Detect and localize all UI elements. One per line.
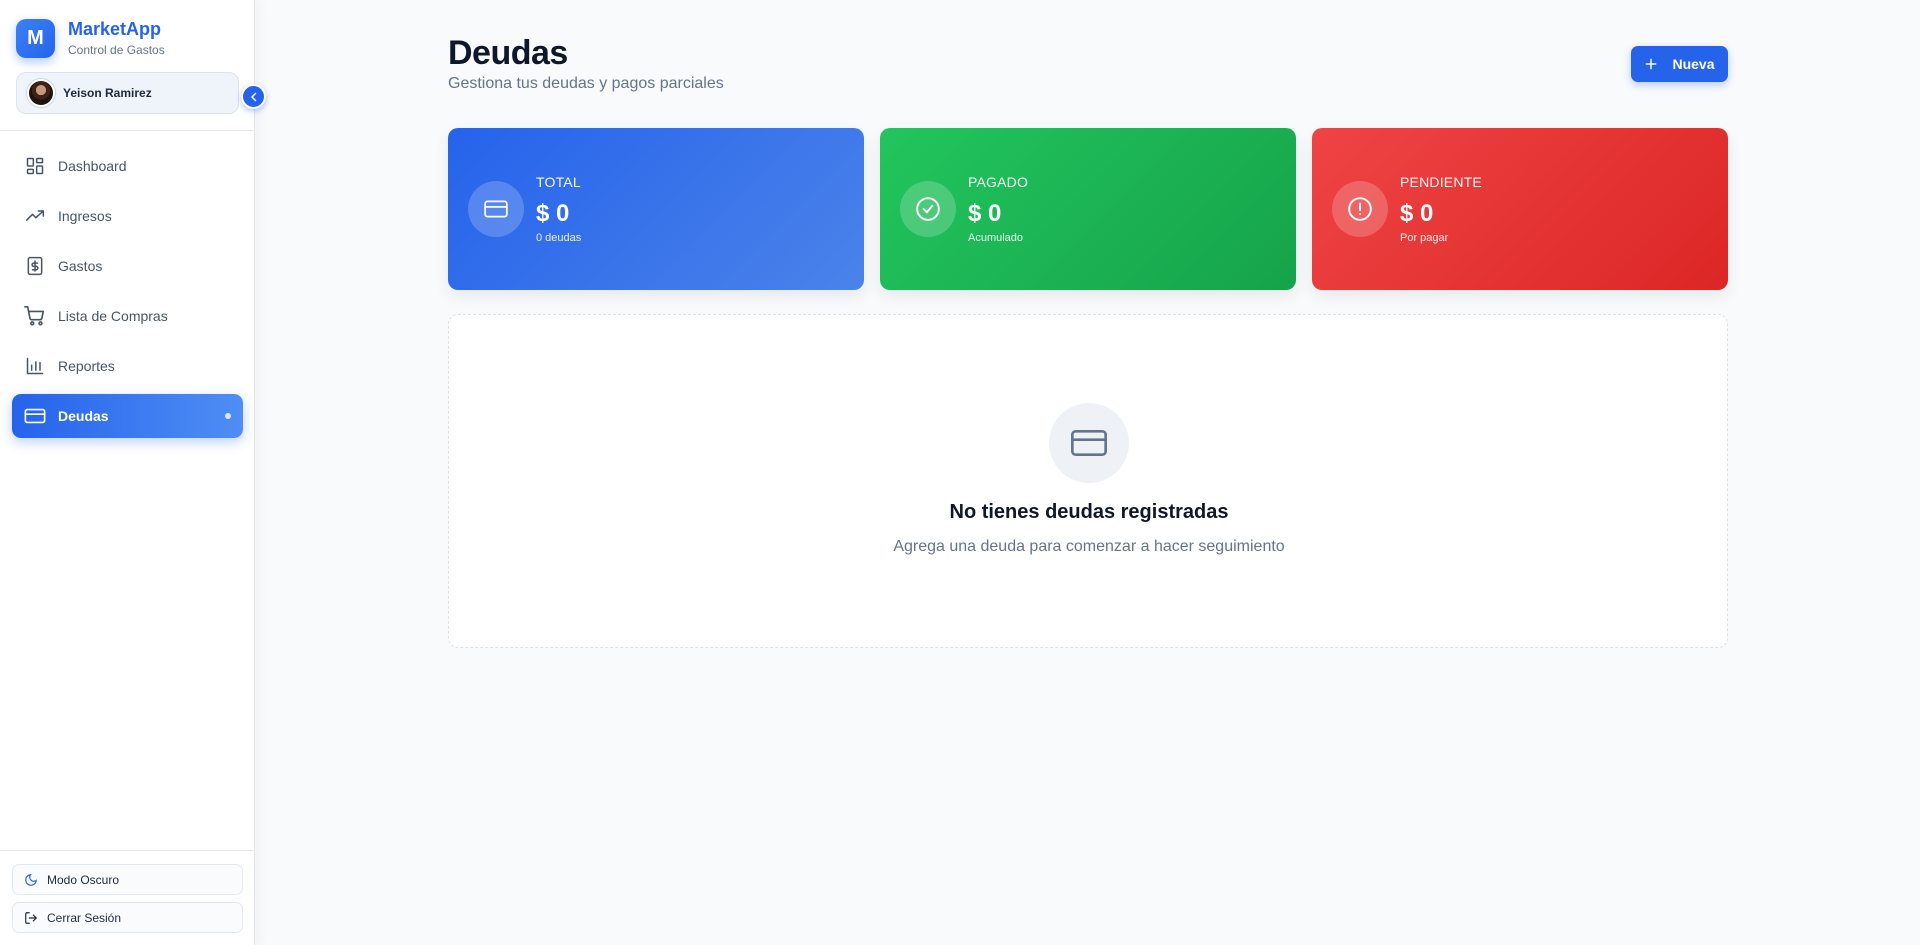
- plus-icon: [1644, 57, 1658, 71]
- chevron-left-icon: [248, 91, 260, 103]
- sidebar-item-lista-de-compras[interactable]: Lista de Compras: [12, 294, 243, 338]
- stat-note: Por pagar: [1400, 232, 1449, 244]
- sidebar-item-deudas[interactable]: Deudas: [12, 394, 243, 438]
- stat-value: $ 0: [536, 200, 570, 227]
- trending-up-icon: [24, 205, 46, 227]
- dark-mode-label: Modo Oscuro: [47, 872, 120, 887]
- stat-label: PAGADO: [968, 174, 1029, 190]
- alert-circle-icon: [1332, 181, 1388, 237]
- logout-button[interactable]: Cerrar Sesión: [12, 902, 243, 933]
- credit-card-icon: [1049, 403, 1129, 483]
- brand-logo: M: [16, 18, 55, 58]
- page-title: Deudas: [448, 34, 568, 72]
- empty-state-title: No tienes deudas registradas: [949, 501, 1229, 523]
- sidebar-item-label: Deudas: [58, 408, 109, 424]
- empty-state: No tienes deudas registradas Agrega una …: [448, 314, 1728, 648]
- sidebar-item-reportes[interactable]: Reportes: [12, 344, 243, 388]
- moon-icon: [23, 872, 39, 888]
- brand-name: MarketApp: [68, 19, 162, 39]
- avatar: [27, 79, 55, 107]
- divider: [0, 130, 255, 131]
- brand-subtitle: Control de Gastos: [68, 43, 165, 57]
- divider: [0, 850, 255, 851]
- credit-card-icon: [468, 181, 524, 237]
- new-debt-button[interactable]: Nueva: [1631, 46, 1728, 82]
- stat-value: $ 0: [1400, 200, 1434, 227]
- stat-note: Acumulado: [968, 232, 1024, 244]
- stat-card-pendiente: PENDIENTE $ 0 Por pagar: [1312, 128, 1728, 290]
- user-name: Yeison Ramirez: [63, 86, 152, 100]
- sidebar-item-label: Ingresos: [58, 208, 112, 224]
- sidebar-item-label: Gastos: [58, 258, 103, 274]
- sidebar-item-gastos[interactable]: Gastos: [12, 244, 243, 288]
- active-indicator-dot: [225, 413, 231, 419]
- collapse-sidebar-button[interactable]: [241, 84, 266, 109]
- new-button-label: Nueva: [1672, 56, 1715, 72]
- stat-note: 0 deudas: [536, 232, 582, 244]
- stat-card-pagado: PAGADO $ 0 Acumulado: [880, 128, 1296, 290]
- sidebar: M MarketApp Control de Gastos Yeison Ram…: [0, 0, 255, 945]
- user-card[interactable]: Yeison Ramirez: [16, 72, 239, 114]
- cart-icon: [24, 305, 46, 327]
- stat-value: $ 0: [968, 200, 1002, 227]
- sidebar-item-label: Lista de Compras: [58, 308, 168, 324]
- logout-label: Cerrar Sesión: [47, 910, 122, 925]
- dollar-receipt-icon: [24, 255, 46, 277]
- sidebar-nav: Dashboard Ingresos Gastos Lista de Compr…: [12, 144, 243, 444]
- logout-icon: [23, 910, 39, 926]
- sidebar-item-dashboard[interactable]: Dashboard: [12, 144, 243, 188]
- sidebar-item-label: Reportes: [58, 358, 115, 374]
- sidebar-item-ingresos[interactable]: Ingresos: [12, 194, 243, 238]
- page-subtitle: Gestiona tus deudas y pagos parciales: [448, 75, 724, 92]
- brand[interactable]: M MarketApp Control de Gastos: [16, 18, 165, 58]
- dark-mode-toggle[interactable]: Modo Oscuro: [12, 864, 243, 895]
- stat-label: PENDIENTE: [1400, 174, 1482, 190]
- stat-label: TOTAL: [536, 174, 581, 190]
- grid-icon: [24, 155, 46, 177]
- credit-card-icon: [24, 405, 46, 427]
- check-circle-icon: [900, 181, 956, 237]
- empty-state-subtitle: Agrega una deuda para comenzar a hacer s…: [893, 538, 1285, 555]
- stat-card-total: TOTAL $ 0 0 deudas: [448, 128, 864, 290]
- bar-chart-icon: [24, 355, 46, 377]
- sidebar-item-label: Dashboard: [58, 158, 127, 174]
